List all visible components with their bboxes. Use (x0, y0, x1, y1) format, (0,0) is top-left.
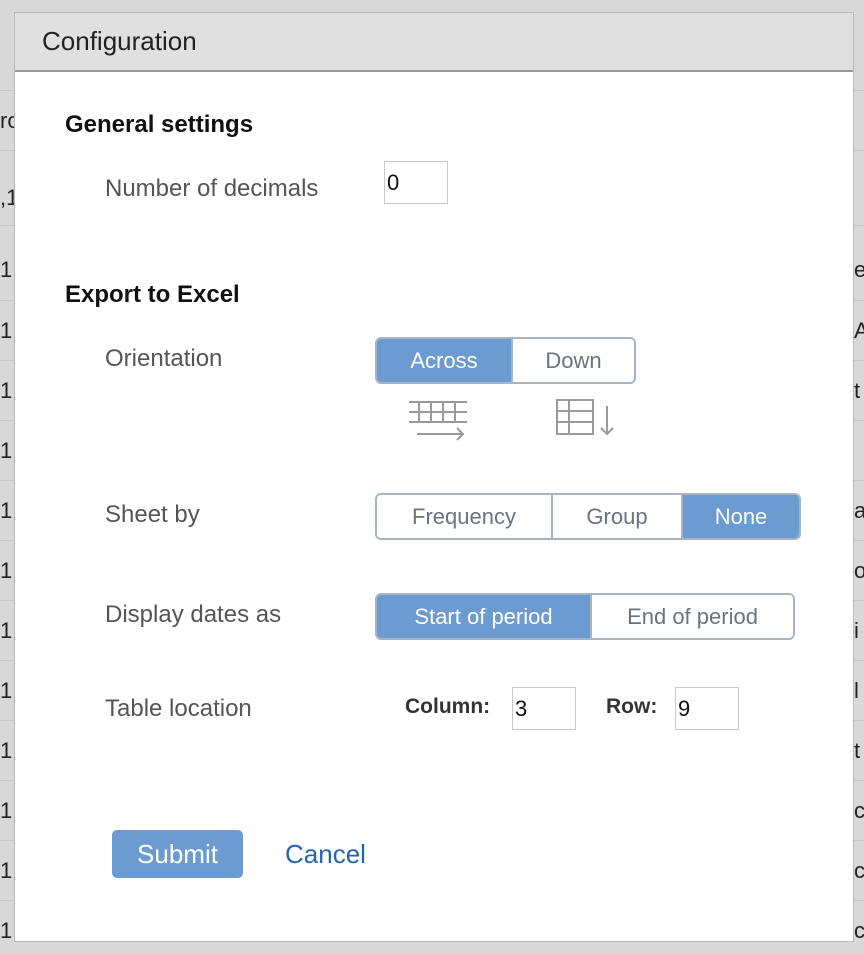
sheet-cell: 1 (0, 618, 13, 643)
sheet-cell: l (854, 678, 859, 703)
sheet-cell: 1 (0, 438, 13, 463)
cancel-link[interactable]: Cancel (285, 839, 366, 870)
sheet-cell: c (854, 918, 864, 943)
down-orientation-icon (556, 399, 614, 436)
row-label: Row: (606, 695, 658, 718)
orientation-toggle: Across Down (375, 337, 636, 384)
sheet-cell: 1 (0, 738, 13, 763)
sheet-by-label: Sheet by (105, 501, 200, 528)
sheet-cell: o (854, 558, 864, 583)
sheet-cell: 1 (0, 858, 13, 883)
across-orientation-icon (409, 401, 467, 441)
sheet-cell: 1 (0, 918, 13, 943)
sheet-cell: e (854, 257, 864, 282)
display-dates-toggle: Start of period End of period (375, 593, 795, 640)
sheet-by-none-button[interactable]: None (683, 495, 799, 538)
sheet-cell: 1 (0, 318, 13, 343)
sheet-by-toggle: Frequency Group None (375, 493, 801, 540)
decimals-label: Number of decimals (105, 175, 319, 202)
general-settings-heading: General settings (65, 111, 254, 138)
orientation-down-button[interactable]: Down (512, 339, 634, 382)
display-dates-label: Display dates as (105, 601, 282, 628)
sheet-cell: 1 (0, 498, 13, 523)
sheet-cell: 1 (0, 678, 13, 703)
sheet-cell: i (854, 618, 859, 643)
configuration-dialog: Configuration General settings Number of… (14, 12, 854, 942)
orientation-label: Orientation (105, 345, 223, 372)
sheet-cell: 1 (0, 558, 13, 583)
sheet-cell: 1 (0, 798, 13, 823)
start-of-period-button[interactable]: Start of period (377, 595, 592, 638)
table-location-label: Table location (105, 695, 252, 722)
row-input[interactable] (675, 687, 739, 730)
sheet-cell: A (854, 318, 864, 343)
sheet-cell: c (854, 798, 864, 823)
decimals-input[interactable] (384, 161, 448, 204)
sheet-cell: a (854, 498, 864, 523)
end-of-period-button[interactable]: End of period (592, 595, 793, 638)
export-excel-heading: Export to Excel (65, 281, 240, 308)
sheet-cell: ro (0, 108, 20, 133)
dialog-title: Configuration (42, 26, 197, 56)
column-input[interactable] (512, 687, 576, 730)
sheet-by-frequency-button[interactable]: Frequency (377, 495, 553, 538)
orientation-across-button[interactable]: Across (377, 339, 513, 382)
sheet-cell: t (854, 378, 861, 403)
sheet-cell: t (854, 738, 861, 763)
sheet-cell: c (854, 858, 864, 883)
dialog-titlebar[interactable]: Configuration (15, 13, 853, 72)
submit-button[interactable]: Submit (112, 830, 243, 878)
column-label: Column: (405, 695, 491, 718)
sheet-by-group-button[interactable]: Group (553, 495, 683, 538)
sheet-cell: 1 (0, 378, 13, 403)
sheet-cell: ,1 (0, 185, 19, 210)
sheet-cell: 1 (0, 257, 13, 282)
